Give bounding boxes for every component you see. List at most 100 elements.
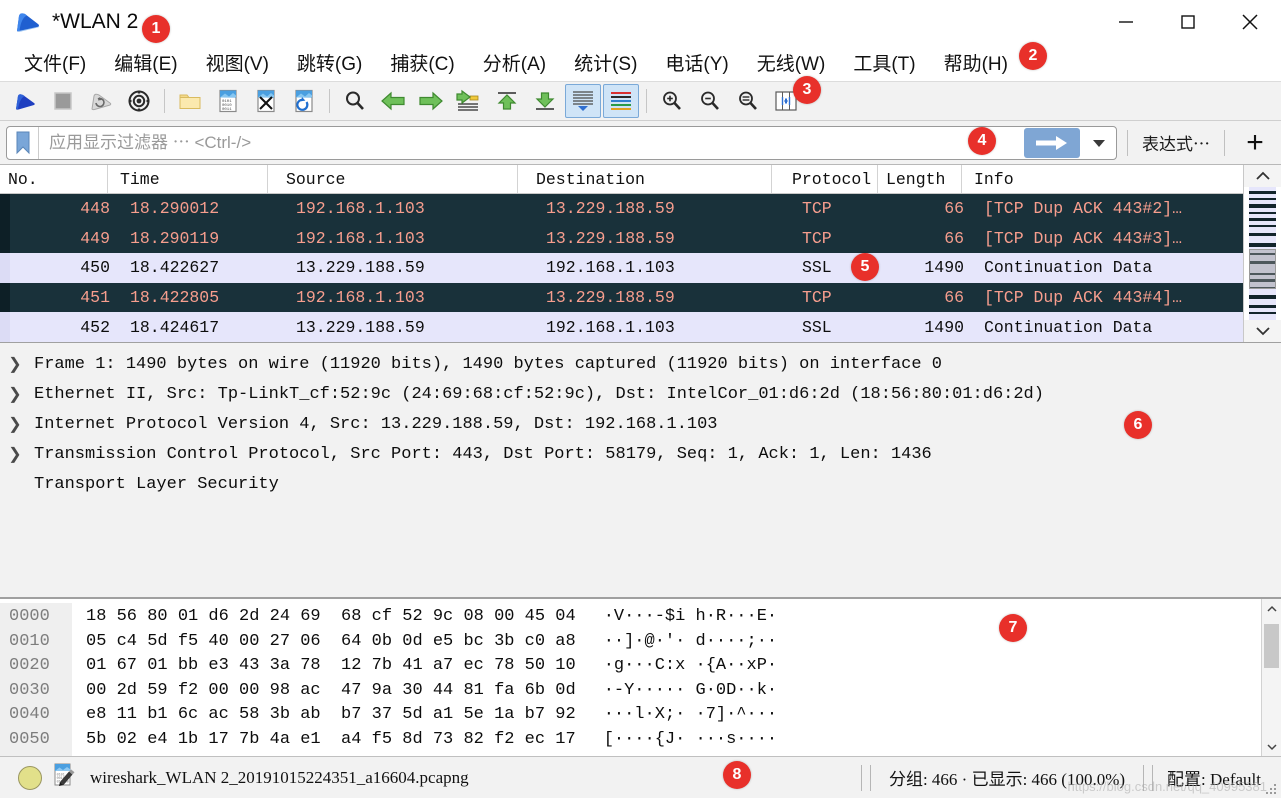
zoom-reset-icon[interactable] — [730, 84, 766, 118]
go-back-icon[interactable] — [375, 84, 411, 118]
menu-edit[interactable]: 编辑(E) — [100, 47, 191, 78]
cell-source: 192.168.1.103 — [296, 288, 425, 308]
colorize-packets-icon[interactable] — [603, 84, 639, 118]
capture-options-icon[interactable] — [121, 84, 157, 118]
hex-bytes-line: 01 67 01 bb e3 43 3a 78 12 7b 41 a7 ec 7… — [86, 656, 576, 676]
filter-history-dropdown[interactable] — [1082, 127, 1116, 159]
resize-grip-icon[interactable] — [1264, 781, 1278, 795]
cell-destination: 13.229.188.59 — [546, 228, 675, 248]
open-file-icon[interactable] — [172, 84, 208, 118]
add-filter-button[interactable]: + — [1235, 126, 1275, 160]
column-header-info[interactable]: Info — [962, 165, 1281, 193]
detail-row-ethernet-text: Ethernet II, Src: Tp-LinkT_cf:52:9c (24:… — [34, 384, 1044, 404]
hex-ascii-line: ···l·X;· ·7]·^··· — [603, 705, 778, 725]
menu-wireless[interactable]: 无线(W) — [743, 47, 840, 78]
expert-info-bulb-icon[interactable] — [18, 765, 42, 790]
cell-destination: 192.168.1.103 — [546, 317, 675, 337]
hex-pane-scrollbar[interactable] — [1261, 599, 1281, 756]
go-to-last-packet-icon[interactable] — [527, 84, 563, 118]
close-button[interactable] — [1219, 0, 1281, 44]
start-capture-icon[interactable] — [7, 84, 43, 118]
chevron-down-icon[interactable] — [1244, 320, 1281, 342]
cell-no: 448 — [80, 199, 110, 219]
packet-bytes-pane[interactable]: 0000 0010 0020 0030 0040 0050 18 56 80 0… — [0, 598, 1281, 756]
packet-list-body: 448 18.290012 192.168.1.103 13.229.188.5… — [0, 194, 1281, 342]
stop-capture-icon[interactable] — [45, 84, 81, 118]
zoom-in-icon[interactable] — [654, 84, 690, 118]
chevron-up-icon[interactable] — [1262, 599, 1281, 618]
detail-row-ipv4[interactable]: ❯ Internet Protocol Version 4, Src: 13.2… — [0, 409, 1281, 439]
hex-scroll-thumb[interactable] — [1264, 624, 1279, 668]
profile-status[interactable]: 配置: Default — [1157, 765, 1271, 790]
detail-row-frame[interactable]: ❯ Frame 1: 1490 bytes on wire (11920 bit… — [0, 349, 1281, 379]
cell-destination: 192.168.1.103 — [546, 258, 675, 278]
reload-file-icon[interactable] — [286, 84, 322, 118]
table-row[interactable]: 452 18.424617 13.229.188.59 192.168.1.10… — [0, 312, 1281, 342]
hex-ascii-column: ·V···-$i h·R···E· ··]·@·'· d····;·· ·g··… — [576, 603, 777, 756]
chevron-right-icon[interactable]: ❯ — [0, 384, 30, 404]
status-bar: 01010010011100 wireshark_WLAN 2_20191015… — [0, 756, 1281, 798]
menu-analyze[interactable]: 分析(A) — [469, 47, 560, 78]
display-filter-input[interactable] — [39, 126, 1024, 159]
chevron-right-icon[interactable]: ❯ — [0, 444, 30, 464]
hex-bytes-line: 5b 02 e4 1b 17 7b 4a e1 a4 f5 8d 73 82 f… — [86, 729, 576, 749]
close-file-icon[interactable] — [248, 84, 284, 118]
apply-filter-button[interactable] — [1024, 127, 1080, 158]
column-header-destination[interactable]: Destination — [518, 165, 772, 193]
detail-row-ethernet[interactable]: ❯ Ethernet II, Src: Tp-LinkT_cf:52:9c (2… — [0, 379, 1281, 409]
table-row[interactable]: 449 18.290119 192.168.1.103 13.229.188.5… — [0, 223, 1281, 254]
menu-file[interactable]: 文件(F) — [10, 47, 100, 78]
detail-row-ipv4-text: Internet Protocol Version 4, Src: 13.229… — [34, 414, 718, 434]
menu-telephony[interactable]: 电话(Y) — [651, 47, 742, 78]
menu-capture[interactable]: 捕获(C) — [376, 47, 468, 78]
find-packet-icon[interactable] — [337, 84, 373, 118]
detail-row-tcp[interactable]: ❯ Transmission Control Protocol, Src Por… — [0, 439, 1281, 469]
hex-bytes-column: 18 56 80 01 d6 2d 24 69 68 cf 52 9c 08 0… — [72, 603, 576, 756]
packet-list-scrollbar[interactable] — [1243, 165, 1281, 342]
chevron-down-icon[interactable] — [1262, 737, 1281, 756]
filter-expression-button[interactable]: 表达式⋯ — [1138, 130, 1214, 155]
menu-view[interactable]: 视图(V) — [192, 47, 283, 78]
detail-row-tls[interactable]: Transport Layer Security — [0, 469, 1281, 499]
hex-bytes-line: e8 11 b1 6c ac 58 3b ab b7 37 5d a1 5e 1… — [86, 705, 576, 725]
wireshark-shark-fin-icon — [14, 10, 42, 34]
menu-help[interactable]: 帮助(H) — [930, 47, 1022, 78]
detail-row-tcp-text: Transmission Control Protocol, Src Port:… — [34, 444, 932, 464]
hex-offset: 0050 — [9, 729, 50, 749]
go-to-first-packet-icon[interactable] — [489, 84, 525, 118]
chevron-right-icon[interactable]: ❯ — [0, 354, 30, 374]
packet-details-pane[interactable]: ❯ Frame 1: 1490 bytes on wire (11920 bit… — [0, 343, 1281, 598]
table-row[interactable]: 451 18.422805 192.168.1.103 13.229.188.5… — [0, 282, 1281, 313]
go-to-packet-icon[interactable] — [451, 84, 487, 118]
cell-info: [TCP Dup ACK 443#4]… — [984, 288, 1183, 308]
capture-file-properties-icon[interactable]: 01010010011100 — [52, 762, 76, 793]
table-row[interactable]: 450 18.422627 13.229.188.59 192.168.1.10… — [0, 253, 1281, 283]
display-filter-container[interactable] — [6, 125, 1117, 160]
maximize-button[interactable] — [1157, 0, 1219, 44]
filter-bookmark-icon[interactable] — [7, 126, 39, 159]
column-header-length[interactable]: Length — [878, 165, 962, 193]
auto-scroll-icon[interactable] — [565, 84, 601, 118]
column-header-time[interactable]: Time — [108, 165, 268, 193]
menu-capture-label: 捕获(C) — [390, 54, 455, 75]
chevron-up-icon[interactable] — [1244, 165, 1281, 187]
restart-capture-icon[interactable] — [83, 84, 119, 118]
menu-statistics[interactable]: 统计(S) — [560, 47, 651, 78]
cell-source: 192.168.1.103 — [296, 199, 425, 219]
save-file-icon[interactable]: 0101 0010 0011 — [210, 84, 246, 118]
hex-offset-column: 0000 0010 0020 0030 0040 0050 — [0, 603, 72, 756]
cell-destination: 13.229.188.59 — [546, 199, 675, 219]
minimize-button[interactable] — [1095, 0, 1157, 44]
menu-go[interactable]: 跳转(G) — [283, 47, 376, 78]
wireshark-window: *WLAN 2 文件(F) 编辑(E) 视图(V) 跳转(G) 捕获(C) 分析… — [0, 0, 1281, 798]
menu-tools[interactable]: 工具(T) — [839, 47, 929, 78]
chevron-right-icon[interactable]: ❯ — [0, 414, 30, 434]
column-header-source[interactable]: Source — [268, 165, 518, 193]
hex-scroll-track[interactable] — [1262, 618, 1281, 737]
intelligent-scrollbar-minimap[interactable] — [1249, 187, 1276, 320]
table-row[interactable]: 448 18.290012 192.168.1.103 13.229.188.5… — [0, 194, 1281, 224]
zoom-out-icon[interactable] — [692, 84, 728, 118]
column-header-protocol[interactable]: Protocol — [772, 165, 878, 193]
column-header-no[interactable]: No. — [0, 165, 108, 193]
go-forward-icon[interactable] — [413, 84, 449, 118]
